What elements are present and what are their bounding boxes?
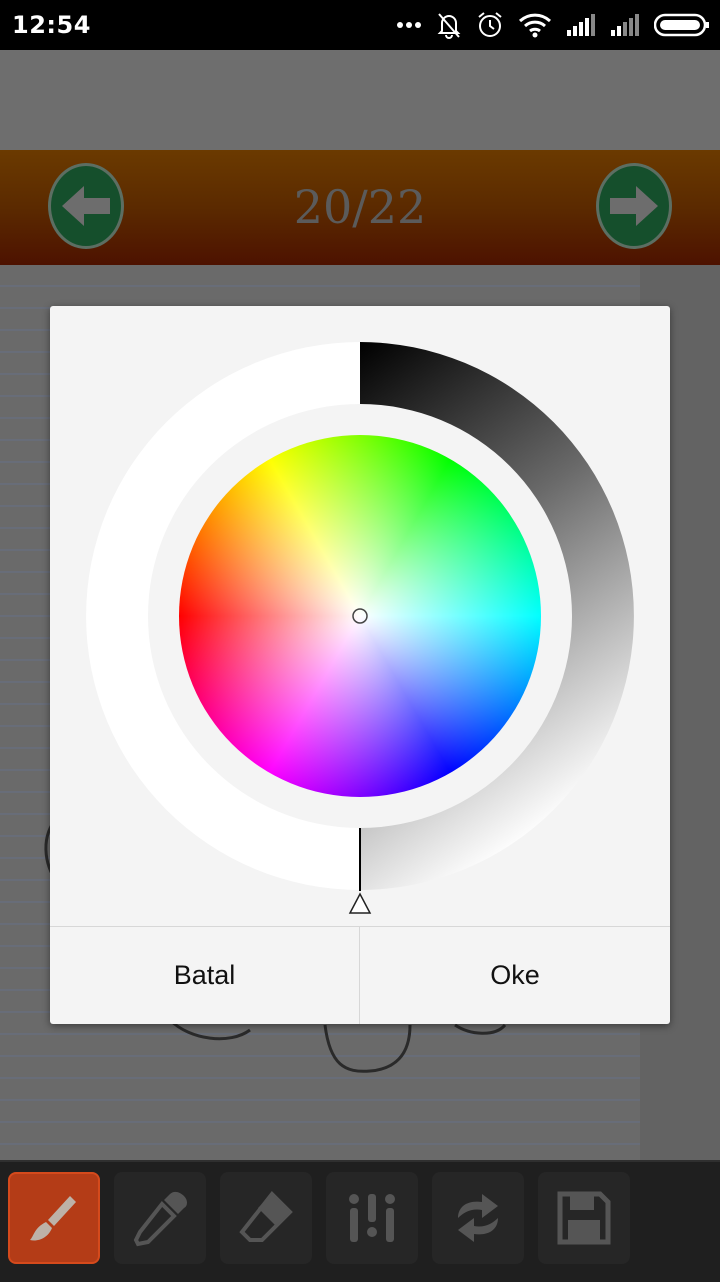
next-page-button[interactable] [596, 163, 672, 249]
eyedropper-icon [133, 1191, 187, 1247]
ok-button[interactable]: Oke [360, 927, 670, 1024]
color-picker [86, 342, 634, 914]
eraser-icon [239, 1190, 293, 1242]
brush-icon [30, 1196, 76, 1241]
sliders-icon [349, 1194, 395, 1242]
eyedropper-tool-button[interactable] [114, 1172, 206, 1264]
cancel-button[interactable]: Batal [50, 927, 359, 1024]
swap-icon [458, 1194, 498, 1242]
arrow-right-icon [610, 186, 658, 226]
save-icon [557, 1191, 611, 1245]
signal-icon [610, 13, 640, 37]
save-tool-button[interactable] [538, 1172, 630, 1264]
status-time: 12:54 [12, 11, 91, 39]
alarm-icon [476, 11, 504, 39]
wifi-icon [518, 12, 552, 38]
bottom-toolbar [0, 1160, 720, 1282]
battery-icon [654, 13, 710, 37]
eraser-tool-button[interactable] [220, 1172, 312, 1264]
app-top-area [0, 50, 720, 150]
brush-tool-button[interactable] [8, 1172, 100, 1264]
hue-wheel-saturation [179, 435, 541, 797]
bell-off-icon [436, 11, 462, 39]
brightness-slider-handle[interactable] [348, 892, 372, 914]
signal-icon [566, 13, 596, 37]
more-dots-icon [396, 21, 422, 29]
status-bar: 12:54 [0, 0, 720, 50]
swap-tool-button[interactable] [432, 1172, 524, 1264]
adjust-tool-button[interactable] [326, 1172, 418, 1264]
color-picker-dialog: Batal Oke [50, 306, 670, 1024]
